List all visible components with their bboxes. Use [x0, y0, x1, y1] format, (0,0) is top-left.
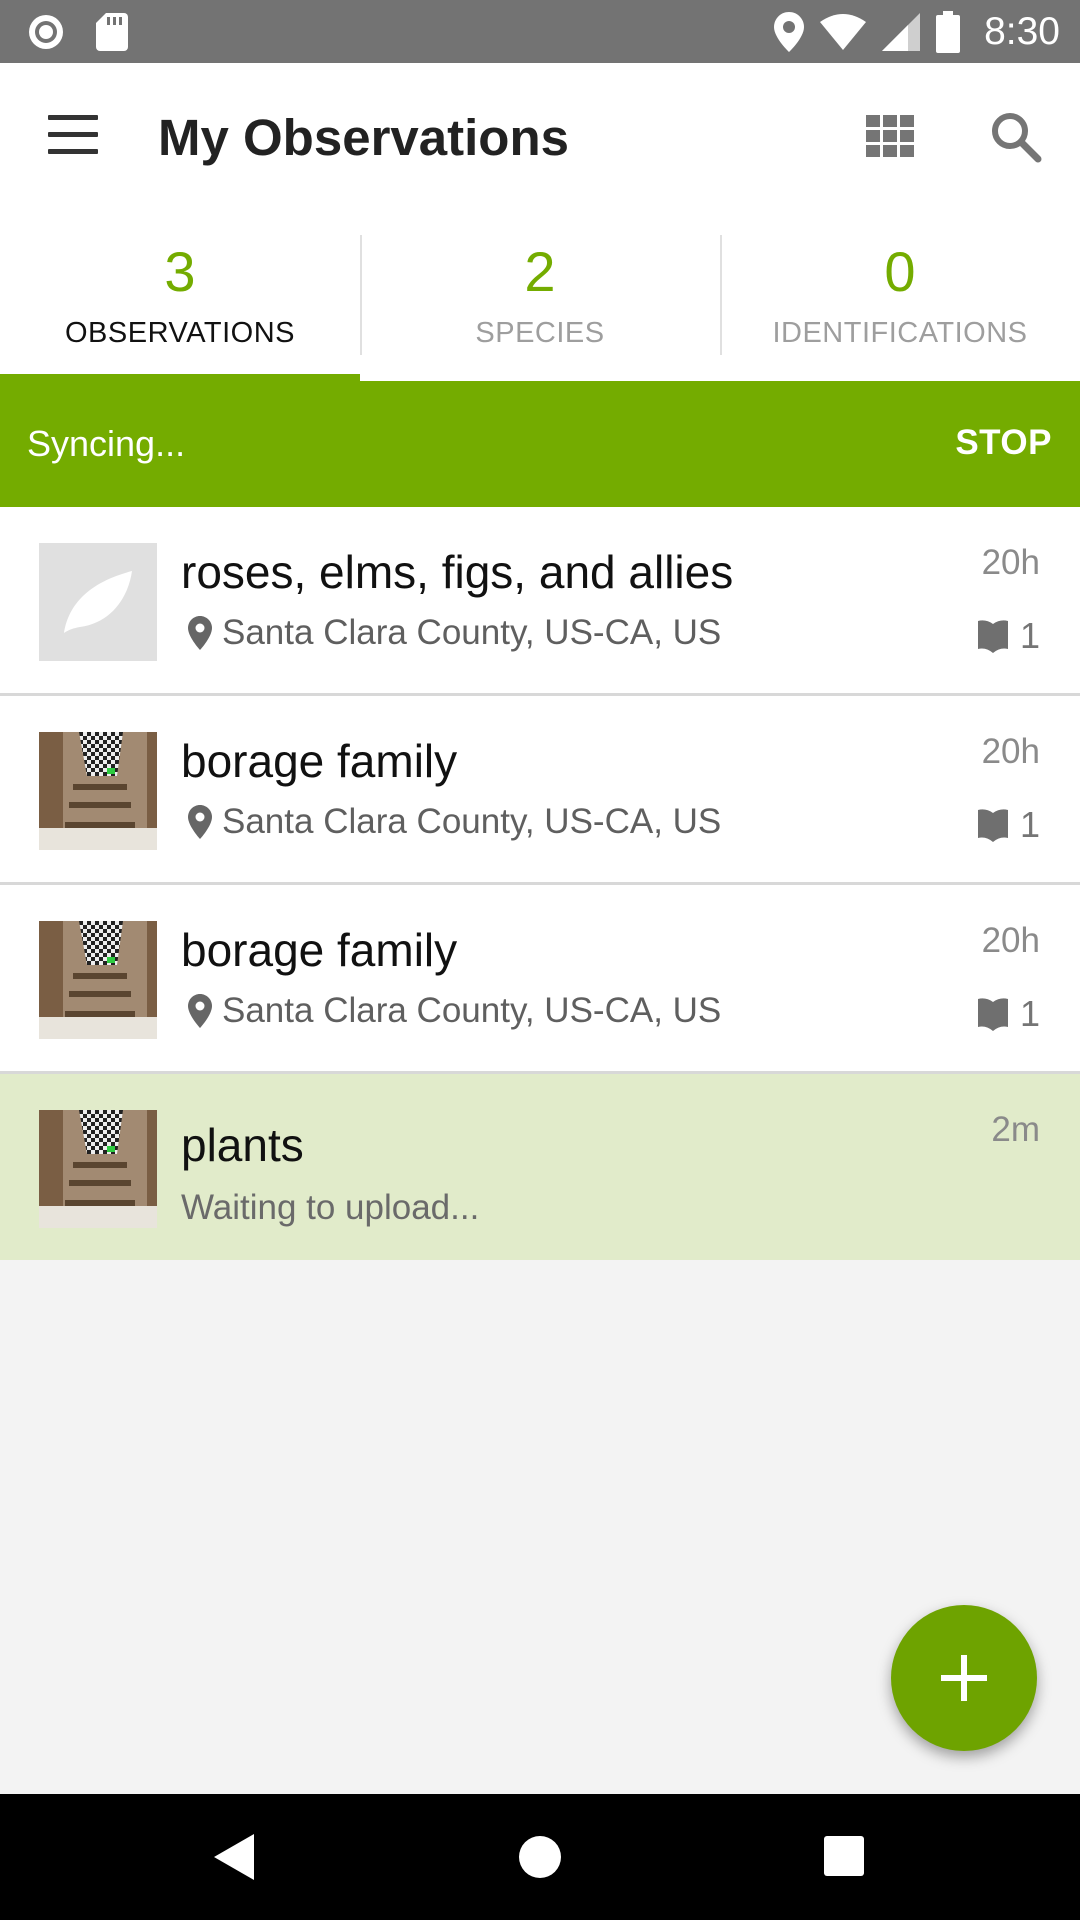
app-bar: My Observations — [0, 63, 1080, 213]
tab-identifications[interactable]: 0 IDENTIFICATIONS — [720, 213, 1080, 381]
observation-time: 20h — [981, 921, 1040, 960]
identification-count-text: 1 — [1019, 615, 1040, 656]
observation-location: Santa Clara County, US-CA, US — [188, 991, 721, 1031]
observation-title: borage family — [181, 924, 458, 976]
tab-observations[interactable]: 3 OBSERVATIONS — [0, 213, 360, 381]
identification-icon — [977, 620, 1008, 653]
home-circle-icon[interactable] — [519, 1836, 561, 1878]
tab-label: OBSERVATIONS — [65, 317, 295, 349]
tab-label: IDENTIFICATIONS — [772, 317, 1028, 349]
observation-row[interactable]: roses, elms, figs, and allies Santa Clar… — [0, 507, 1080, 696]
map-pin-icon — [188, 805, 212, 839]
observation-time: 2m — [991, 1110, 1040, 1149]
upload-status-text: Waiting to upload... — [181, 1188, 480, 1227]
tab-bar: 3 OBSERVATIONS 2 SPECIES 0 IDENTIFICATIO… — [0, 213, 1080, 381]
tab-label: SPECIES — [475, 317, 605, 349]
observation-location: Santa Clara County, US-CA, US — [188, 802, 721, 842]
sync-banner: Syncing... STOP — [0, 381, 1080, 507]
pending-observation-row[interactable]: plants Waiting to upload... 2m — [0, 1074, 1080, 1260]
record-icon — [29, 15, 63, 49]
signal-icon — [882, 12, 921, 51]
identification-count-text: 1 — [1019, 804, 1040, 845]
location-text: Santa Clara County, US-CA, US — [222, 991, 722, 1030]
observation-photo — [39, 921, 157, 1039]
tab-species[interactable]: 2 SPECIES — [360, 213, 720, 381]
identification-icon — [977, 998, 1008, 1031]
sync-status-text: Syncing... — [27, 423, 186, 464]
status-bar: 8:30 — [0, 0, 1080, 63]
location-icon — [774, 11, 805, 52]
hamburger-menu-icon[interactable] — [48, 115, 98, 155]
observation-location: Santa Clara County, US-CA, US — [188, 613, 721, 653]
map-pin-icon — [188, 616, 212, 650]
tab-count: 2 — [524, 240, 556, 303]
recents-square-icon[interactable] — [824, 1836, 864, 1876]
stop-sync-button[interactable]: STOP — [955, 423, 1052, 463]
location-text: Santa Clara County, US-CA, US — [222, 613, 722, 652]
observation-time: 20h — [981, 732, 1040, 771]
sd-card-icon — [96, 13, 128, 51]
identification-count: 1 — [977, 615, 1040, 657]
tab-count: 0 — [884, 240, 916, 303]
system-nav-bar — [0, 1794, 1080, 1920]
grid-view-icon[interactable] — [866, 115, 914, 157]
observation-photo — [39, 732, 157, 850]
observation-row[interactable]: borage family Santa Clara County, US-CA,… — [0, 696, 1080, 885]
status-left-icons — [26, 12, 128, 52]
observation-photo — [39, 1110, 157, 1228]
identification-icon — [977, 809, 1008, 842]
map-pin-icon — [188, 994, 212, 1028]
back-triangle-icon[interactable] — [214, 1834, 254, 1880]
battery-icon — [936, 10, 961, 53]
observation-list: roses, elms, figs, and allies Santa Clar… — [0, 507, 1080, 1260]
observation-title: borage family — [181, 735, 458, 787]
observation-title: roses, elms, figs, and allies — [181, 546, 734, 598]
wifi-icon — [820, 13, 867, 50]
observation-row[interactable]: borage family Santa Clara County, US-CA,… — [0, 885, 1080, 1074]
observation-time: 20h — [981, 543, 1040, 582]
active-tab-indicator — [0, 374, 360, 381]
clock: 8:30 — [984, 9, 1060, 53]
identification-count-text: 1 — [1019, 993, 1040, 1034]
tab-count: 3 — [164, 240, 196, 303]
search-icon[interactable] — [990, 111, 1042, 163]
leaf-placeholder-icon — [39, 543, 157, 661]
status-right-icons: 8:30 — [774, 0, 1060, 63]
location-text: Santa Clara County, US-CA, US — [222, 802, 722, 841]
identification-count: 1 — [977, 804, 1040, 846]
page-title: My Observations — [158, 109, 569, 166]
add-observation-button[interactable] — [891, 1605, 1037, 1751]
observation-title: plants — [181, 1119, 304, 1171]
identification-count: 1 — [977, 993, 1040, 1035]
